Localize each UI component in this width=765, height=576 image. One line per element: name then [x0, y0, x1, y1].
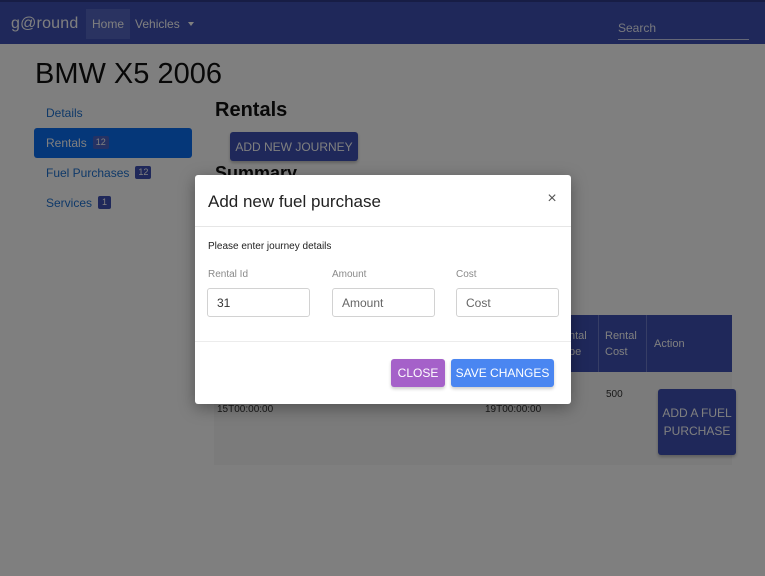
amount-label: Amount: [332, 269, 367, 280]
cost-field[interactable]: [456, 288, 559, 317]
modal-footer: CLOSE SAVE CHANGES: [195, 341, 571, 404]
rental-id-label: Rental Id: [208, 269, 249, 280]
close-icon[interactable]: ×: [545, 190, 559, 208]
amount-field[interactable]: [332, 288, 435, 317]
rental-id-field[interactable]: [207, 288, 310, 317]
modal-subtitle: Please enter journey details: [208, 241, 332, 252]
save-changes-button[interactable]: SAVE CHANGES: [451, 359, 554, 387]
cost-label: Cost: [456, 269, 477, 280]
modal-title: Add new fuel purchase: [208, 192, 381, 211]
close-button[interactable]: CLOSE: [391, 359, 445, 387]
add-fuel-purchase-modal: Add new fuel purchase × Please enter jou…: [195, 175, 571, 404]
modal-header: Add new fuel purchase ×: [195, 175, 571, 227]
